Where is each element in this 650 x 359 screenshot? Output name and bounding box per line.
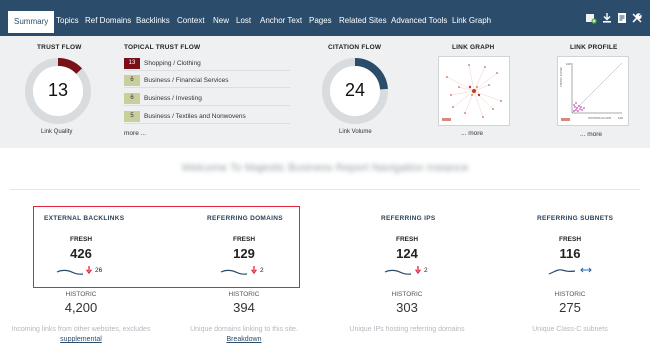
historic-label: HISTORIC (391, 291, 423, 298)
referring-subnets-historic-value[interactable]: 275 (530, 300, 610, 315)
fresh-label: FRESH (395, 236, 419, 243)
citation-flow-value: 24 (344, 80, 366, 100)
referring-domains-fresh-value[interactable]: 129 (204, 246, 284, 261)
referring-ips-description: Unique IPs hosting referring domains (349, 326, 465, 333)
referring-ips-fresh-value[interactable]: 124 (367, 246, 447, 261)
topic-score-badge: 13 (124, 58, 140, 69)
tab-context[interactable]: Context (172, 11, 210, 31)
historic-label: HISTORIC (228, 291, 260, 298)
arrow-down-icon (415, 266, 421, 274)
referring-domains-delta: 2 (260, 267, 264, 274)
tab-ref-domains[interactable]: Ref Domains (80, 11, 136, 31)
tab-topics[interactable]: Topics (51, 11, 84, 31)
tab-link-graph[interactable]: Link Graph (447, 11, 496, 31)
topical-trust-flow-title: TOPICAL TRUST FLOW (124, 44, 201, 51)
referring-ips-delta: 2 (424, 267, 428, 274)
link-profile-thumbnail[interactable]: TRUST FLOW CITATION FLOW 100 100 (557, 56, 629, 126)
referring-ips-historic-value[interactable]: 303 (367, 300, 447, 315)
tools-icon[interactable] (631, 12, 643, 24)
topic-label: Business / Textiles and Nonwovens (144, 113, 246, 120)
trust-flow-value: 13 (47, 80, 69, 100)
link-profile-x-label: CITATION FLOW (588, 116, 611, 120)
description-text: Incoming links from other websites, excl… (11, 326, 151, 333)
referring-ips-title: REFERRING IPS (381, 215, 436, 222)
external-backlinks-fresh-value[interactable]: 426 (41, 246, 121, 261)
external-backlinks-title: EXTERNAL BACKLINKS (44, 215, 125, 222)
referring-ips-sparkline (384, 269, 412, 275)
topic-row[interactable]: 13 Shopping / Clothing (124, 57, 290, 71)
topic-score-badge: 6 (124, 93, 140, 104)
divider (10, 189, 640, 190)
external-backlinks-sparkline (56, 269, 84, 275)
description-text: Unique domains linking to this site. (190, 326, 298, 333)
top-nav: Summary Topics Ref Domains Backlinks Con… (0, 0, 650, 36)
topic-score-badge: 6 (124, 75, 140, 86)
tab-backlinks[interactable]: Backlinks (131, 11, 175, 31)
tab-lost[interactable]: Lost (231, 11, 256, 31)
fresh-label: FRESH (232, 236, 256, 243)
link-graph-title: LINK GRAPH (452, 44, 495, 51)
referring-subnets-title: REFERRING SUBNETS (537, 215, 614, 222)
topic-label: Business / Investing (144, 95, 202, 102)
historic-label: HISTORIC (554, 291, 586, 298)
referring-domains-title: REFERRING DOMAINS (207, 215, 283, 222)
external-backlinks-historic-value[interactable]: 4,200 (41, 300, 121, 315)
link-profile-title: LINK PROFILE (570, 44, 618, 51)
download-icon[interactable] (601, 12, 613, 24)
link-profile-more-link[interactable]: ... more (580, 131, 602, 138)
topical-more-link[interactable]: more ... (124, 130, 146, 137)
citation-flow-title: CITATION FLOW (328, 44, 382, 51)
external-backlinks-delta: 26 (95, 267, 103, 274)
topic-label: Business / Financial Services (144, 77, 229, 84)
summary-panel: TRUST FLOW 13 Link Quality TOPICAL TRUST… (0, 36, 650, 148)
topic-row[interactable]: 6 Business / Financial Services (124, 74, 290, 88)
link-profile-y-label: TRUST FLOW (559, 67, 563, 87)
arrow-left-right-icon (580, 267, 592, 273)
link-profile-chart: TRUST FLOW CITATION FLOW 100 100 (559, 62, 623, 121)
supplemental-link[interactable]: supplemental (60, 336, 102, 343)
link-profile-x-max: 100 (618, 116, 623, 120)
link-profile-y-max: 100 (566, 62, 571, 66)
referring-subnets-description: Unique Class-C subnets (532, 326, 608, 333)
trust-flow-caption: Link Quality (41, 129, 73, 135)
topic-label: Shopping / Clothing (144, 60, 201, 67)
tab-anchor-text[interactable]: Anchor Text (255, 11, 307, 31)
tab-related-sites[interactable]: Related Sites (334, 11, 392, 31)
report-icon[interactable] (616, 12, 628, 24)
bookmark-icon[interactable] (585, 12, 597, 24)
link-graph-more-link[interactable]: ... more (461, 130, 483, 137)
link-graph-thumbnail[interactable] (438, 56, 510, 126)
tab-summary[interactable]: Summary (8, 11, 55, 33)
topic-row[interactable]: 5 Business / Textiles and Nonwovens (124, 110, 290, 124)
breakdown-link[interactable]: Breakdown (226, 336, 261, 343)
topic-row[interactable]: 6 Business / Investing (124, 92, 290, 106)
referring-domains-historic-value[interactable]: 394 (204, 300, 284, 315)
arrow-down-icon (251, 266, 257, 274)
tab-advanced-tools[interactable]: Advanced Tools (386, 11, 452, 31)
page-heading: Welcome To Majestic Business Report Navi… (181, 162, 469, 174)
external-backlinks-description: Incoming links from other websites, excl… (1, 325, 161, 345)
fresh-label: FRESH (558, 236, 582, 243)
historic-label: HISTORIC (65, 291, 97, 298)
referring-domains-sparkline (220, 269, 248, 275)
fresh-label: FRESH (69, 236, 93, 243)
arrow-down-icon (86, 266, 92, 274)
referring-subnets-sparkline (548, 269, 576, 275)
trust-flow-title: TRUST FLOW (37, 44, 82, 51)
citation-flow-caption: Link Volume (339, 129, 372, 135)
link-graph-image (442, 64, 502, 121)
referring-domains-description: Unique domains linking to this site. Brea… (164, 325, 324, 345)
tab-pages[interactable]: Pages (304, 11, 337, 31)
referring-subnets-fresh-value[interactable]: 116 (530, 246, 610, 261)
topic-score-badge: 5 (124, 111, 140, 122)
